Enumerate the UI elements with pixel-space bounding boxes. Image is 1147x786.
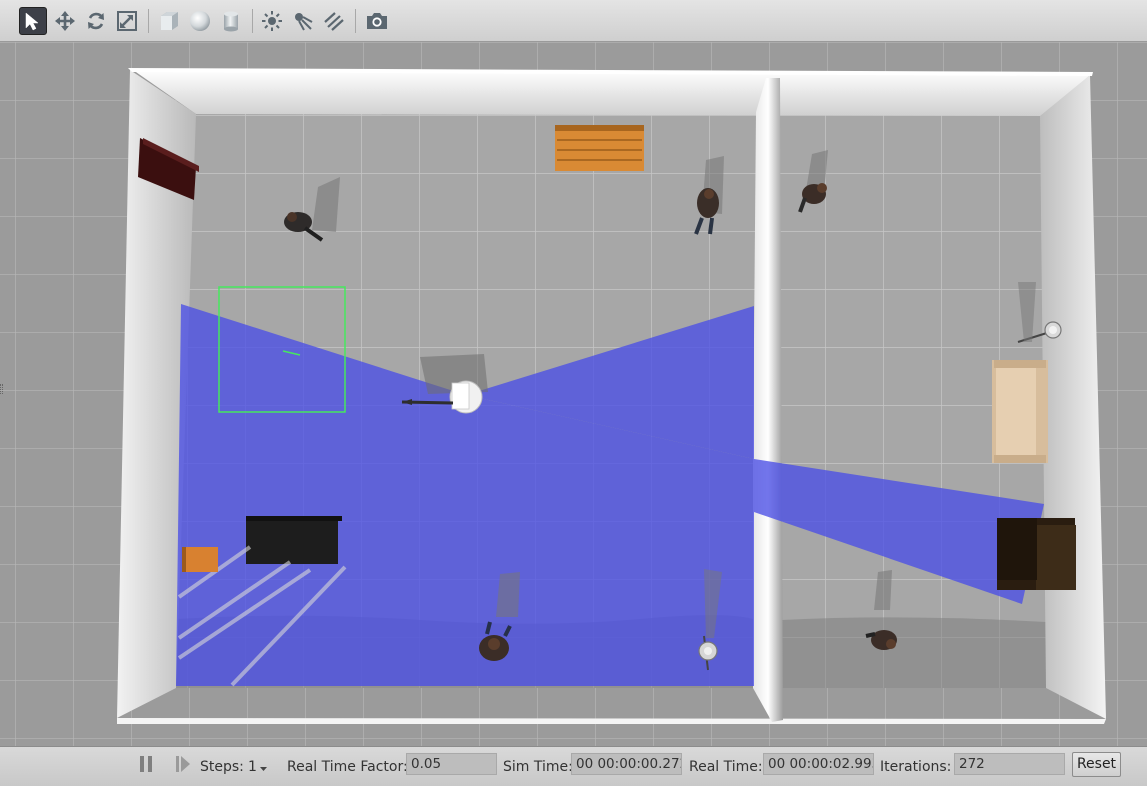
select-icon [25, 12, 39, 31]
sofa[interactable] [992, 360, 1048, 463]
screenshot-icon [367, 13, 387, 29]
directional-light-icon [324, 12, 344, 31]
wall-top [133, 70, 1090, 116]
sphere-shape-icon [190, 11, 210, 31]
rotate-icon [88, 12, 104, 30]
bench[interactable] [555, 125, 644, 171]
wall-divider [753, 78, 783, 722]
wall-bottom [117, 718, 1106, 724]
iterations-field: 272 [954, 753, 1065, 775]
cylinder-shape-icon [224, 11, 238, 32]
chair[interactable] [182, 547, 218, 572]
sim-time-field: 00 00:00:00.272 [571, 753, 682, 775]
rotate-mode-button[interactable] [82, 7, 110, 35]
toolbar-separator [252, 9, 253, 33]
insert-spot-light-button[interactable] [289, 7, 317, 35]
pause-button[interactable] [138, 755, 154, 773]
toolbar-separator [148, 9, 149, 33]
scale-mode-button[interactable] [113, 7, 141, 35]
toolbar-separator [355, 9, 356, 33]
insert-box-button[interactable] [155, 7, 183, 35]
steps-label: Steps: [200, 759, 244, 775]
translate-mode-button[interactable] [51, 7, 79, 35]
chevron-down-icon[interactable] [259, 765, 268, 773]
step-button[interactable] [174, 755, 192, 773]
real-time-label: Real Time: [689, 759, 763, 775]
reset-button[interactable]: Reset [1072, 752, 1121, 777]
pause-icon [140, 756, 152, 772]
panel-collapse-handle[interactable] [0, 384, 3, 394]
status-bar: Steps: 1 Real Time Factor: 0.05 Sim Time… [0, 746, 1147, 786]
screenshot-button[interactable] [363, 7, 391, 35]
insert-cylinder-button[interactable] [217, 7, 245, 35]
real-time-factor-label: Real Time Factor: [287, 759, 408, 775]
step-forward-icon [176, 756, 190, 772]
toolbar [0, 0, 1147, 42]
real-time-factor-field: 0.05 [406, 753, 497, 775]
insert-point-light-button[interactable] [258, 7, 286, 35]
table[interactable] [246, 516, 342, 564]
scene-render[interactable] [0, 42, 1147, 746]
steps-value[interactable]: 1 [248, 759, 257, 775]
iterations-label: Iterations: [880, 759, 952, 775]
real-time-field: 00 00:00:02.993 [763, 753, 874, 775]
floor-shadow-right [782, 617, 1046, 688]
point-light-icon [262, 11, 282, 31]
sim-time-label: Sim Time: [503, 759, 573, 775]
cabinet[interactable] [997, 518, 1076, 590]
spot-light-icon [295, 13, 313, 31]
insert-sphere-button[interactable] [186, 7, 214, 35]
insert-directional-light-button[interactable] [320, 7, 348, 35]
translate-icon [55, 11, 75, 31]
scale-icon [117, 11, 137, 31]
box-shape-icon [161, 12, 178, 30]
select-mode-button[interactable] [19, 7, 47, 35]
scene-viewport[interactable] [0, 42, 1147, 746]
